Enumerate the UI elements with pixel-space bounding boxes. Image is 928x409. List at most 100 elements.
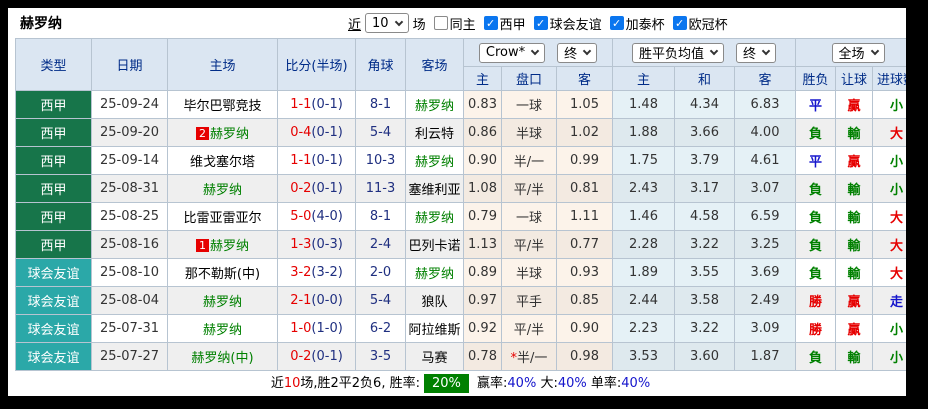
checkbox-icon[interactable]: [484, 16, 498, 30]
filter-checkbox-same-home[interactable]: 同主: [434, 14, 476, 33]
win-rate-badge: 20%: [424, 374, 469, 393]
avg-away-cell: 2.49: [735, 287, 796, 315]
odds-away-cell: 0.81: [557, 175, 613, 203]
filter-checkbox-club-friendly[interactable]: 球会友谊: [534, 14, 602, 33]
spread-result-cell: 贏: [836, 91, 873, 119]
avg-draw-cell: 3.79: [675, 147, 735, 175]
result-cell: 勝: [796, 287, 836, 315]
checkbox-icon[interactable]: [673, 16, 687, 30]
spread-result-cell: 輸: [836, 259, 873, 287]
avg-source-select[interactable]: 胜平负均值: [632, 43, 724, 63]
checkbox-icon[interactable]: [610, 16, 624, 30]
odds-source-value: Crow*: [486, 45, 525, 60]
recent-link[interactable]: 近: [348, 14, 361, 33]
home-team-name[interactable]: 维戈塞尔塔: [190, 155, 255, 170]
away-team-name[interactable]: 阿拉维斯: [408, 323, 460, 338]
odds-home-cell: 0.79: [464, 203, 502, 231]
odds-rate-value: 40%: [507, 376, 536, 391]
away-team-cell: 利云特: [406, 119, 464, 147]
stats-window: 赫罗纳 近 10 场 同主 西甲 球会友谊 加泰杯 欧冠杯 类型 日期 主场 比…: [8, 8, 906, 396]
away-team-name[interactable]: 赫罗纳: [415, 211, 454, 226]
recent-count-select[interactable]: 10: [365, 13, 409, 33]
score-cell: 0-2(0-1): [278, 343, 356, 371]
checkbox-label: 加泰杯: [626, 14, 665, 33]
league-type-cell: 西甲: [16, 203, 92, 231]
col-header-handicap: 盘口: [502, 67, 557, 91]
away-team-name[interactable]: 马赛: [421, 351, 447, 366]
goals-result-cell: 小: [873, 315, 907, 343]
handicap-cell: 半球: [502, 119, 557, 147]
away-team-name[interactable]: 塞维利亚: [408, 183, 460, 198]
table-row: 球会友谊25-07-31赫罗纳1-0(1-0)6-2阿拉维斯0.92平/半0.9…: [16, 315, 907, 343]
handicap-cell: 平/半: [502, 231, 557, 259]
league-type-cell: 西甲: [16, 147, 92, 175]
avg-term-select[interactable]: 终: [736, 43, 776, 63]
half-time-score: (0-1): [311, 125, 342, 140]
home-team-name[interactable]: 赫罗纳(中): [191, 351, 253, 366]
date-cell: 25-08-16: [92, 231, 168, 259]
league-type-cell: 西甲: [16, 175, 92, 203]
home-team-name[interactable]: 那不勒斯(中): [185, 267, 260, 282]
odds-home-cell: 1.08: [464, 175, 502, 203]
home-team-name[interactable]: 赫罗纳: [203, 295, 242, 310]
avg-draw-cell: 3.17: [675, 175, 735, 203]
away-team-name[interactable]: 狼队: [421, 295, 447, 310]
away-team-name[interactable]: 赫罗纳: [415, 155, 454, 170]
spread-result-cell: 輸: [836, 343, 873, 371]
goals-result-cell: 小: [873, 91, 907, 119]
full-time-score: 0-4: [290, 125, 311, 140]
summary-bar: 近10场,胜2平2负6, 胜率:20% 赢率:40% 大:40% 单率:40%: [15, 371, 906, 396]
result-cell: 平: [796, 91, 836, 119]
home-team-name[interactable]: 毕尔巴鄂竞技: [183, 99, 261, 114]
avg-home-cell: 2.43: [613, 175, 675, 203]
home-team-name[interactable]: 比雷亚雷亚尔: [183, 211, 261, 226]
full-time-score: 1-1: [290, 97, 311, 112]
away-team-cell: 赫罗纳: [406, 91, 464, 119]
half-time-score: (0-0): [311, 293, 342, 308]
league-type-cell: 球会友谊: [16, 259, 92, 287]
league-type-cell: 球会友谊: [16, 287, 92, 315]
scope-select[interactable]: 全场: [832, 43, 885, 63]
table-row: 西甲25-09-14维戈塞尔塔1-1(0-1)10-3赫罗纳0.90半/一0.9…: [16, 147, 907, 175]
checkbox-icon[interactable]: [534, 16, 548, 30]
result-cell: 負: [796, 259, 836, 287]
checkbox-icon[interactable]: [434, 16, 448, 30]
team-title: 赫罗纳: [20, 13, 62, 33]
odds-source-select[interactable]: Crow*: [479, 43, 545, 63]
away-team-name[interactable]: 利云特: [415, 127, 454, 142]
avg-group-header: 胜平负均值 终: [613, 39, 796, 67]
spread-result-cell: 輸: [836, 203, 873, 231]
home-team-name[interactable]: 赫罗纳: [210, 239, 249, 254]
odds-away-cell: 0.85: [557, 287, 613, 315]
result-cell: 負: [796, 119, 836, 147]
full-time-score: 2-1: [290, 293, 311, 308]
odds-home-cell: 1.13: [464, 231, 502, 259]
date-cell: 25-07-27: [92, 343, 168, 371]
league-type-cell: 西甲: [16, 231, 92, 259]
handicap-cell: 平手: [502, 287, 557, 315]
chevron-down-icon: [710, 47, 718, 55]
spread-result-cell: 輸: [836, 119, 873, 147]
avg-home-cell: 2.28: [613, 231, 675, 259]
home-team-name[interactable]: 赫罗纳: [203, 323, 242, 338]
half-time-score: (0-1): [311, 349, 342, 364]
home-team-name[interactable]: 赫罗纳: [210, 127, 249, 142]
result-cell: 平: [796, 147, 836, 175]
half-time-score: (0-3): [311, 237, 342, 252]
away-team-name[interactable]: 赫罗纳: [415, 99, 454, 114]
away-team-name[interactable]: 赫罗纳: [415, 267, 454, 282]
corner-cell: 8-1: [356, 203, 406, 231]
corner-cell: 8-1: [356, 91, 406, 119]
filter-checkbox-la-liga[interactable]: 西甲: [484, 14, 526, 33]
odds-away-cell: 1.05: [557, 91, 613, 119]
score-cell: 0-2(0-1): [278, 175, 356, 203]
away-team-name[interactable]: 巴列卡诺: [408, 239, 460, 254]
avg-source-value: 胜平负均值: [639, 43, 704, 62]
date-cell: 25-07-31: [92, 315, 168, 343]
home-team-name[interactable]: 赫罗纳: [203, 183, 242, 198]
filter-checkbox-catalan-cup[interactable]: 加泰杯: [610, 14, 665, 33]
home-team-cell: 比雷亚雷亚尔: [168, 203, 278, 231]
odds-term-select[interactable]: 终: [557, 43, 597, 63]
full-time-score: 0-2: [290, 349, 311, 364]
filter-checkbox-champions-cup[interactable]: 欧冠杯: [673, 14, 728, 33]
